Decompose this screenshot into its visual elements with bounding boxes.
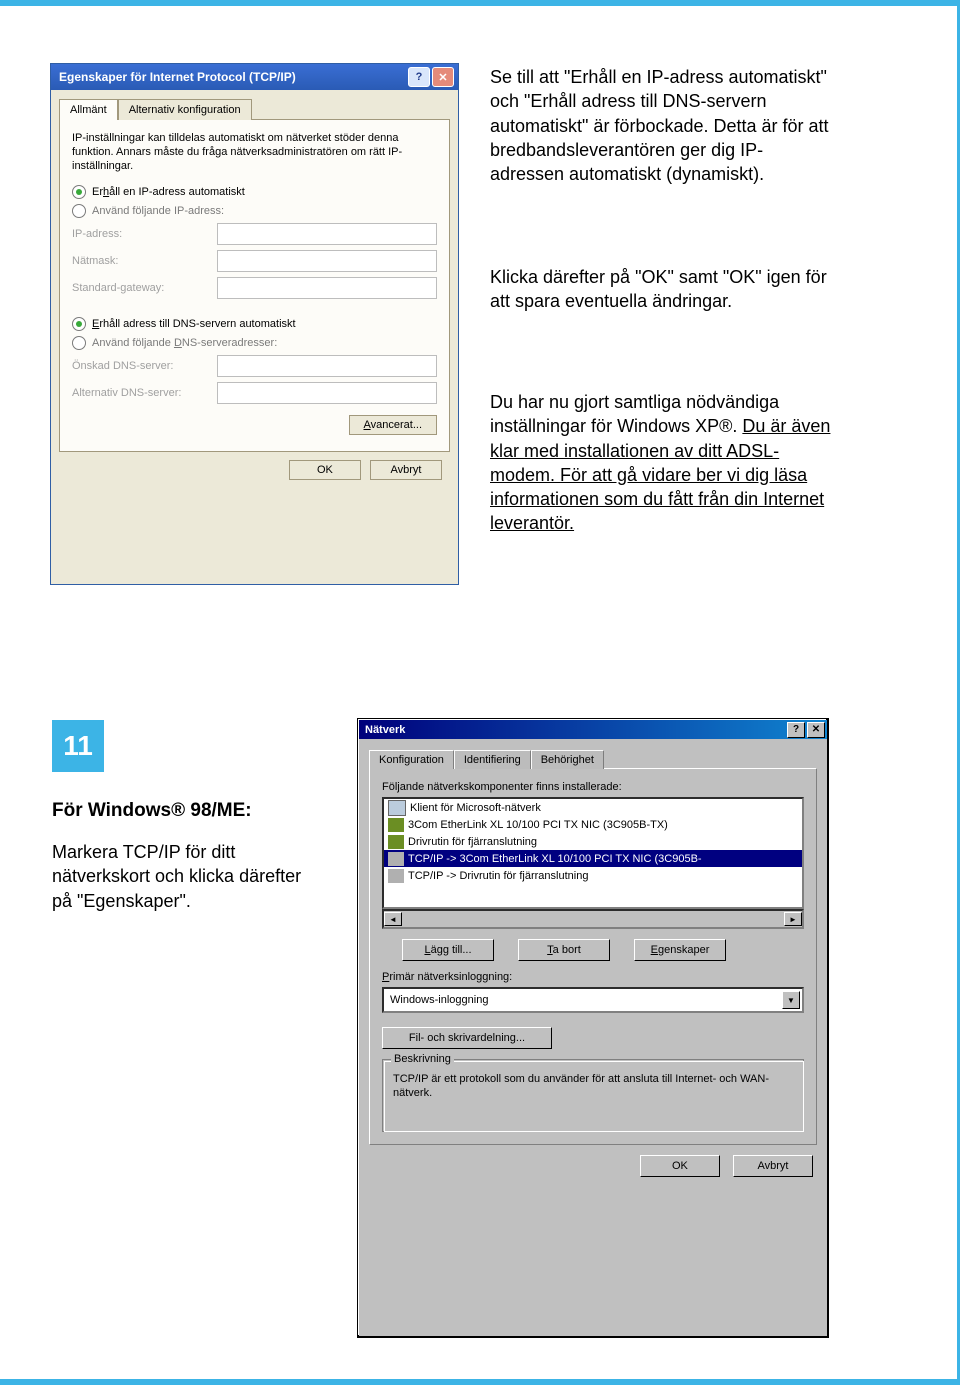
row-dns2: Alternativ DNS-server: bbox=[72, 382, 437, 404]
advanced-button[interactable]: Avancerat... bbox=[349, 415, 438, 435]
label-ip-address: IP-adress: bbox=[72, 228, 217, 240]
w98-dialog-title: Nätverk bbox=[361, 724, 785, 736]
radio-dns-manual[interactable]: Använd följande DNS-serveradresser: bbox=[72, 336, 437, 350]
tab-configuration[interactable]: Konfiguration bbox=[369, 750, 454, 769]
xp-dialog-title: Egenskaper för Internet Protocol (TCP/IP… bbox=[55, 70, 406, 84]
tab-alt-config[interactable]: Alternativ konfiguration bbox=[118, 99, 252, 120]
scroll-left-icon[interactable]: ◄ bbox=[384, 912, 402, 926]
help-icon[interactable]: ? bbox=[787, 722, 805, 738]
protocol-icon bbox=[388, 852, 404, 866]
radio-icon bbox=[72, 317, 86, 331]
input-ip-address[interactable] bbox=[217, 223, 437, 245]
input-dns1[interactable] bbox=[217, 355, 437, 377]
radio-dns-auto-label: Erhåll adress till DNS-servern automatis… bbox=[92, 318, 296, 330]
protocol-icon bbox=[388, 869, 404, 883]
properties-button[interactable]: Egenskaper bbox=[634, 939, 726, 961]
input-netmask[interactable] bbox=[217, 250, 437, 272]
close-icon[interactable]: ✕ bbox=[807, 722, 825, 738]
description-title: Beskrivning bbox=[391, 1053, 454, 1065]
input-gateway[interactable] bbox=[217, 277, 437, 299]
scroll-right-icon[interactable]: ► bbox=[784, 912, 802, 926]
radio-icon bbox=[72, 204, 86, 218]
list-item-label: Drivrutin för fjärranslutning bbox=[408, 836, 537, 848]
list-item[interactable]: 3Com EtherLink XL 10/100 PCI TX NIC (3C9… bbox=[384, 816, 802, 833]
xp-description: IP-inställningar kan tilldelas automatis… bbox=[72, 132, 437, 173]
help-icon[interactable]: ? bbox=[408, 67, 430, 87]
description-group: Beskrivning TCP/IP är ett protokoll som … bbox=[382, 1059, 804, 1132]
instruction-para-1: Se till att "Erhåll en IP-adress automat… bbox=[490, 65, 835, 186]
instruction-para-2: Klicka därefter på "OK" samt "OK" igen f… bbox=[490, 265, 835, 314]
list-item-label: TCP/IP -> 3Com EtherLink XL 10/100 PCI T… bbox=[408, 853, 702, 865]
remove-button[interactable]: Ta bort bbox=[518, 939, 610, 961]
primary-login-label: Primär nätverksinloggning: bbox=[382, 971, 804, 983]
xp-titlebar: Egenskaper för Internet Protocol (TCP/IP… bbox=[51, 64, 458, 90]
radio-ip-manual[interactable]: Använd följande IP-adress: bbox=[72, 204, 437, 218]
list-item-label: TCP/IP -> Drivrutin för fjärranslutning bbox=[408, 870, 588, 882]
row-netmask: Nätmask: bbox=[72, 250, 437, 272]
radio-ip-manual-label: Använd följande IP-adress: bbox=[92, 205, 224, 217]
w98-tab-panel: Följande nätverkskomponenter finns insta… bbox=[369, 768, 817, 1145]
adapter-icon bbox=[388, 835, 404, 849]
xp-tcpip-dialog: Egenskaper för Internet Protocol (TCP/IP… bbox=[50, 63, 459, 585]
description-text: TCP/IP är ett protokoll som du använder … bbox=[393, 1072, 793, 1101]
instr3-part-a: Du har nu gjort samtliga nödvändiga inst… bbox=[490, 392, 779, 436]
radio-icon bbox=[72, 336, 86, 350]
list-item[interactable]: Drivrutin för fjärranslutning bbox=[384, 833, 802, 850]
row-gateway: Standard-gateway: bbox=[72, 277, 437, 299]
step-title: För Windows® 98/ME: bbox=[52, 800, 252, 822]
adapter-icon bbox=[388, 818, 404, 832]
horizontal-scrollbar[interactable]: ◄ ► bbox=[382, 909, 804, 929]
primary-login-select[interactable]: Windows-inloggning ▼ bbox=[382, 987, 804, 1013]
label-gateway: Standard-gateway: bbox=[72, 282, 217, 294]
tab-general[interactable]: Allmänt bbox=[59, 99, 118, 120]
row-ip-address: IP-adress: bbox=[72, 223, 437, 245]
add-button[interactable]: Lägg till... bbox=[402, 939, 494, 961]
radio-icon bbox=[72, 185, 86, 199]
w98-tabs: Konfiguration Identifiering Behörighet bbox=[369, 749, 817, 768]
chevron-down-icon[interactable]: ▼ bbox=[782, 991, 800, 1009]
w98-titlebar: Nätverk ? ✕ bbox=[359, 720, 827, 739]
xp-tab-panel: IP-inställningar kan tilldelas automatis… bbox=[59, 119, 450, 452]
cancel-button[interactable]: Avbryt bbox=[733, 1155, 813, 1177]
label-dns1: Önskad DNS-server: bbox=[72, 360, 217, 372]
row-dns1: Önskad DNS-server: bbox=[72, 355, 437, 377]
radio-ip-auto[interactable]: Erhåll en IP-adress automatiskt bbox=[72, 185, 437, 199]
list-item[interactable]: TCP/IP -> Drivrutin för fjärranslutning bbox=[384, 867, 802, 884]
close-icon[interactable]: ✕ bbox=[432, 67, 454, 87]
tab-identification[interactable]: Identifiering bbox=[454, 750, 531, 769]
ok-button[interactable]: OK bbox=[640, 1155, 720, 1177]
list-item-label: 3Com EtherLink XL 10/100 PCI TX NIC (3C9… bbox=[408, 819, 668, 831]
primary-login-value: Windows-inloggning bbox=[390, 994, 488, 1006]
client-icon bbox=[388, 800, 406, 816]
input-dns2[interactable] bbox=[217, 382, 437, 404]
instruction-para-3: Du har nu gjort samtliga nödvändiga inst… bbox=[490, 390, 835, 536]
file-print-sharing-button[interactable]: Fil- och skrivardelning... bbox=[382, 1027, 552, 1049]
label-netmask: Nätmask: bbox=[72, 255, 217, 267]
components-list[interactable]: Klient för Microsoft-nätverk 3Com EtherL… bbox=[382, 797, 804, 909]
label-dns2: Alternativ DNS-server: bbox=[72, 387, 217, 399]
step-number-badge: 11 bbox=[52, 720, 104, 772]
ok-button[interactable]: OK bbox=[289, 460, 361, 480]
radio-dns-auto[interactable]: Erhåll adress till DNS-servern automatis… bbox=[72, 317, 437, 331]
list-item[interactable]: Klient för Microsoft-nätverk bbox=[384, 799, 802, 816]
components-label: Följande nätverkskomponenter finns insta… bbox=[382, 781, 804, 793]
cancel-button[interactable]: Avbryt bbox=[370, 460, 442, 480]
radio-ip-auto-label: Erhåll en IP-adress automatiskt bbox=[92, 186, 245, 198]
xp-tabs: Allmänt Alternativ konfiguration bbox=[59, 98, 450, 119]
win98-network-dialog: Nätverk ? ✕ Konfiguration Identifiering … bbox=[357, 718, 829, 1338]
list-item-label: Klient för Microsoft-nätverk bbox=[410, 802, 541, 814]
step-body: Markera TCP/IP för ditt nätverkskort och… bbox=[52, 840, 312, 913]
radio-dns-manual-label: Använd följande DNS-serveradresser: bbox=[92, 337, 277, 349]
list-item-selected[interactable]: TCP/IP -> 3Com EtherLink XL 10/100 PCI T… bbox=[384, 850, 802, 867]
tab-access-control[interactable]: Behörighet bbox=[531, 750, 604, 769]
